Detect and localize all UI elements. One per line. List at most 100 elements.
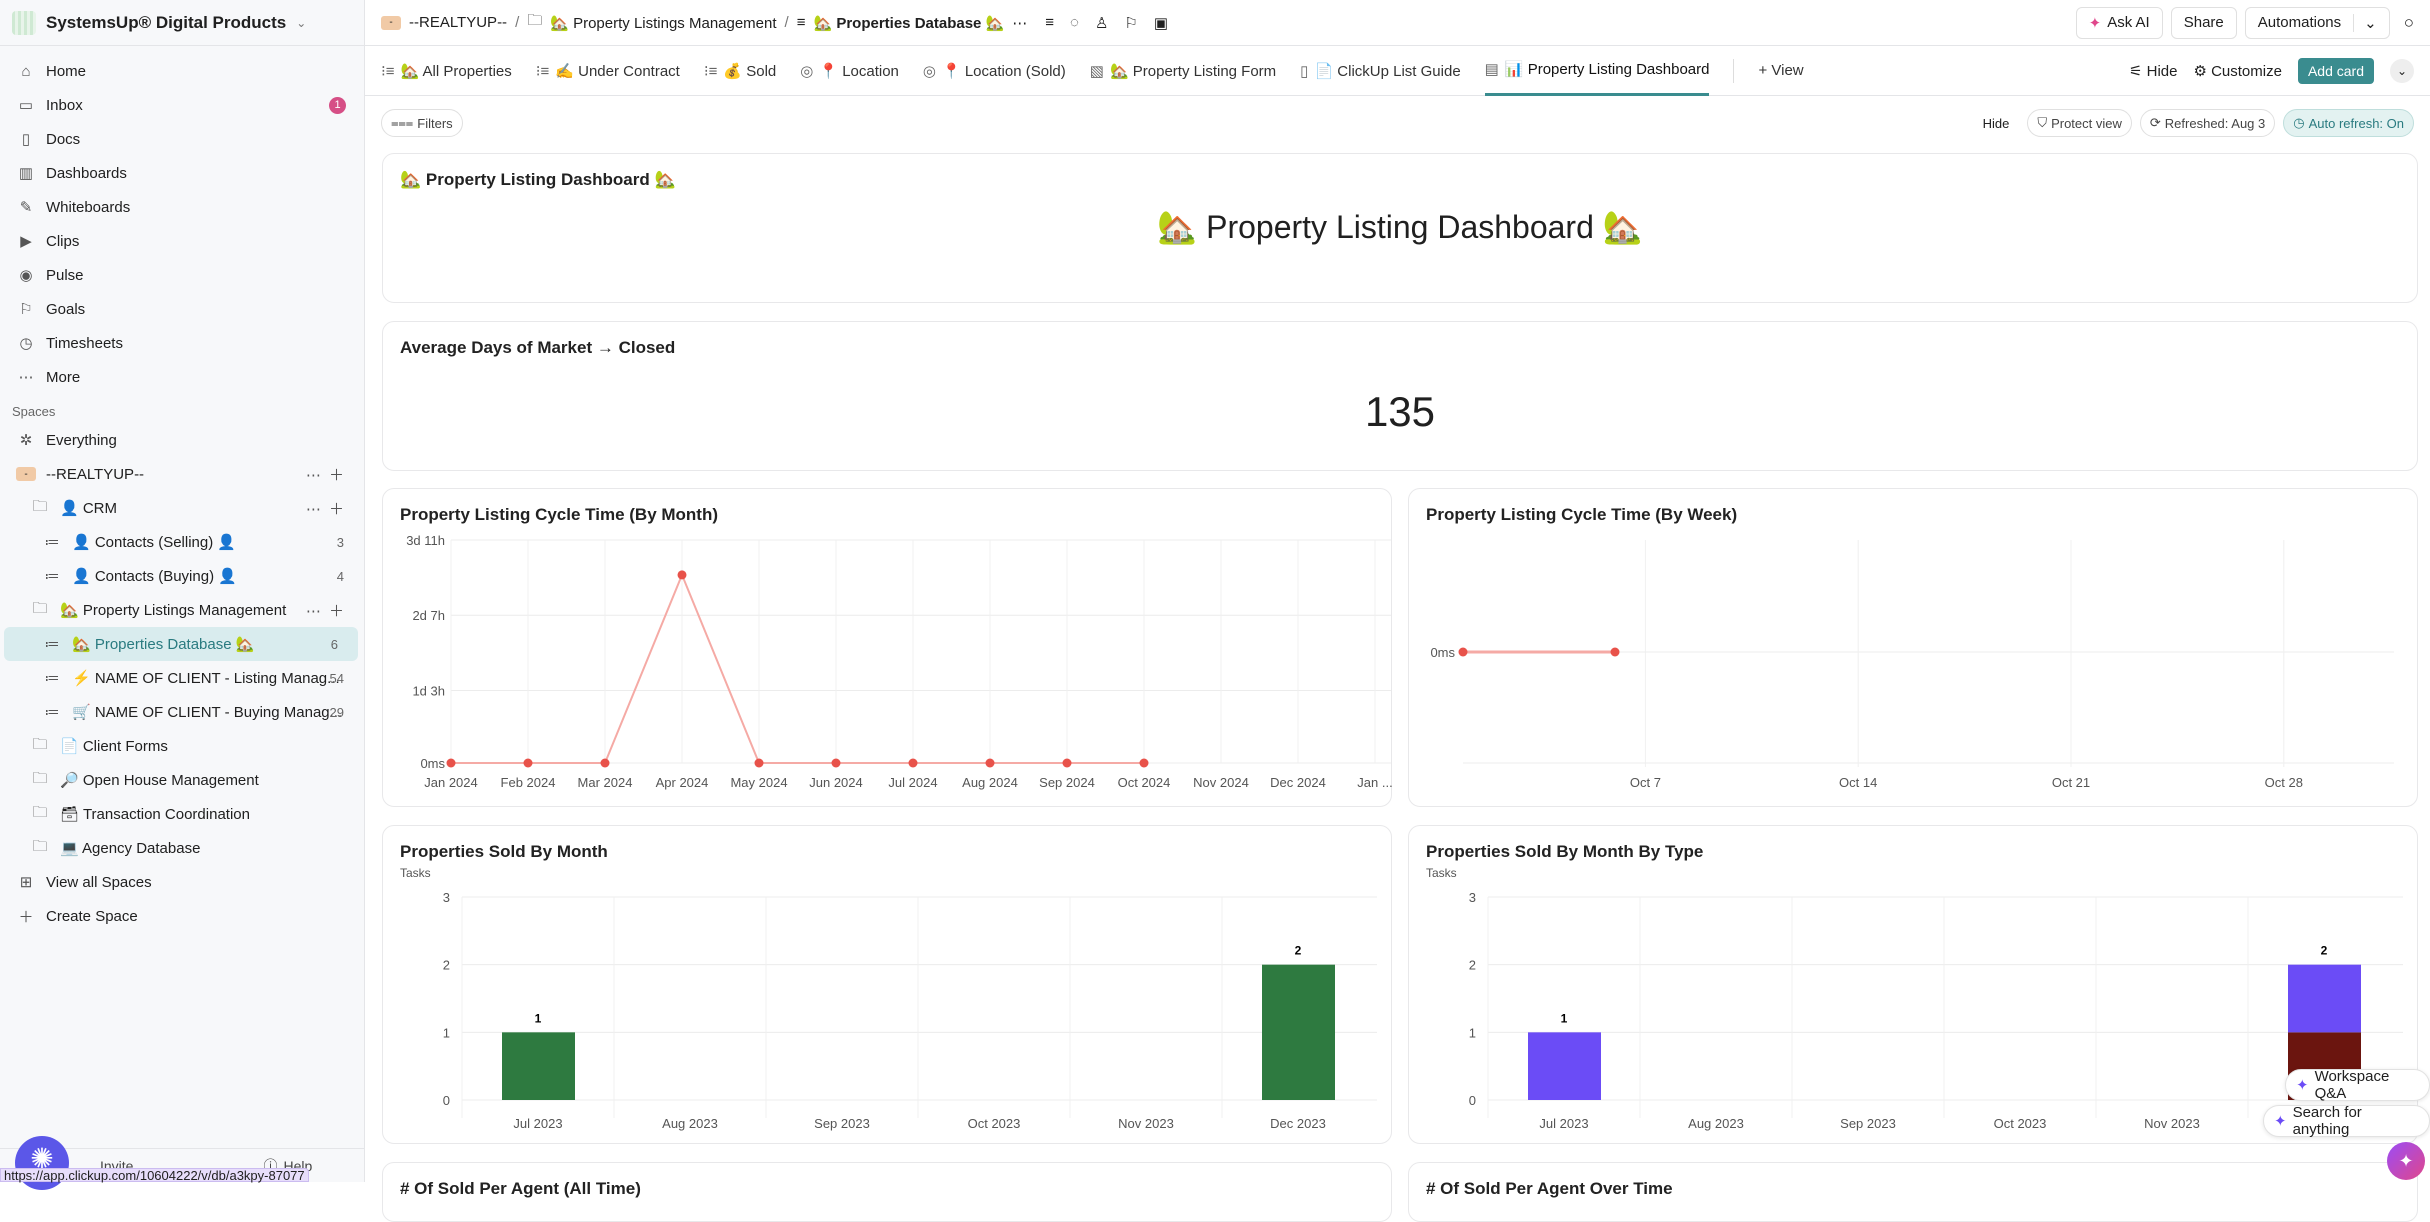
sidebar-item-dashboards[interactable]: ▥ Dashboards bbox=[0, 156, 364, 190]
refresh-button[interactable]: ⟳ Refreshed: Aug 3 bbox=[2139, 109, 2276, 137]
sidebar-item-clips[interactable]: ▶ Clips bbox=[0, 224, 364, 258]
ask-ai-button[interactable]: ✦ Ask AI bbox=[2075, 6, 2163, 39]
x-tick-label: Apr 2024 bbox=[656, 775, 709, 790]
tab-view[interactable]: ⁝≡ ✍ Under Contract bbox=[536, 46, 680, 96]
data-point bbox=[677, 570, 687, 580]
label: 👤 Contacts (Selling) 👤 bbox=[72, 534, 237, 551]
view-all-spaces[interactable]: ⊞ View all Spaces bbox=[0, 865, 364, 899]
breadcrumb-folder[interactable]: 🏡 Property Listings Management bbox=[550, 14, 776, 32]
sidebar-item-more[interactable]: ⋯ More bbox=[0, 360, 364, 394]
add-card-button[interactable]: Add card bbox=[2297, 57, 2374, 84]
data-point bbox=[446, 758, 456, 768]
x-tick-label: Feb 2024 bbox=[501, 775, 556, 790]
x-tick-label: Oct 28 bbox=[2265, 775, 2303, 790]
ai-assistant-button[interactable]: ✦ bbox=[2387, 1142, 2425, 1180]
task-count: 6 bbox=[330, 636, 338, 652]
sidebar-folder-item[interactable]: 🗀 🔎 Open House Management bbox=[0, 763, 364, 797]
view-icon: ▧ bbox=[1089, 62, 1104, 80]
workspace-logo bbox=[12, 10, 36, 35]
more-icon[interactable]: ⋯ bbox=[1012, 14, 1027, 32]
sidebar-item-goals[interactable]: ⚐ Goals bbox=[0, 292, 364, 326]
sidebar-folder-item[interactable]: 🗀 💻 Agency Database bbox=[0, 831, 364, 865]
breadcrumb-space[interactable]: --REALTYUP-- bbox=[409, 14, 507, 31]
label: 🏡 All Properties bbox=[400, 62, 512, 80]
sidebar-folder-item[interactable]: 🗀 🗃 Transaction Coordination bbox=[0, 797, 364, 831]
shield-icon: ⛉ bbox=[2037, 115, 2048, 130]
sidebar-item-timesheets[interactable]: ◷ Timesheets bbox=[0, 326, 364, 360]
chevron-down-icon[interactable]: ⌄ bbox=[2353, 13, 2377, 32]
tab-view[interactable]: ◎ 📍 Location (Sold) bbox=[923, 46, 1066, 96]
tab-list: ⁝≡ 🏡 All Properties ⁝≡ ✍ Under Contract ⁝≡ 💰 … bbox=[381, 46, 1710, 96]
folder-icon: 🗀 bbox=[32, 837, 48, 855]
x-tick-label: Jan ... bbox=[1357, 775, 1392, 790]
sidebar-item-everything[interactable]: ✲ Everything bbox=[0, 423, 364, 457]
tab-view[interactable]: ▯ 📄 ClickUp List Guide bbox=[1300, 46, 1461, 96]
sidebar-item-inbox[interactable]: ▭ Inbox 1 bbox=[0, 88, 364, 122]
folder-icon: 🗀 bbox=[527, 12, 543, 29]
share-button[interactable]: Share bbox=[2170, 6, 2237, 39]
user-icon[interactable]: ♙ bbox=[1095, 14, 1108, 32]
label: Whiteboards bbox=[46, 198, 131, 216]
sidebar-item-whiteboards[interactable]: ✎ Whiteboards bbox=[0, 190, 364, 224]
protect-view-button[interactable]: ⛉ Protect view bbox=[2027, 109, 2132, 137]
sidebar-item-home[interactable]: ⌂ Home bbox=[0, 54, 364, 88]
customize-button[interactable]: ⚙ Customize bbox=[2193, 62, 2281, 80]
bar bbox=[1528, 1032, 1601, 1100]
automations-button[interactable]: Automations ⌄ bbox=[2244, 6, 2390, 39]
sidebar-list-item[interactable]: ≔ 👤 Contacts (Buying) 👤 4 bbox=[0, 559, 364, 593]
create-space[interactable]: ＋ Create Space bbox=[0, 899, 364, 933]
label: More bbox=[46, 368, 81, 386]
tab-view[interactable]: ▧ 🏡 Property Listing Form bbox=[1090, 46, 1276, 96]
x-tick-label: Nov 2024 bbox=[1193, 775, 1249, 790]
x-tick-label: Jan 2024 bbox=[424, 775, 478, 790]
search-icon[interactable]: ○ bbox=[2404, 13, 2414, 33]
sidebar-folder-item[interactable]: 🗀 👤 CRM ⋯ ＋ bbox=[0, 491, 364, 525]
space-realtyup[interactable]: - --REALTYUP-- ⋯ ＋ bbox=[0, 457, 364, 491]
flag-icon[interactable]: ⚐ bbox=[1124, 14, 1137, 32]
color-icon[interactable]: ◌ bbox=[1070, 14, 1079, 31]
auto-refresh-toggle[interactable]: ◷ Auto refresh: On bbox=[2283, 109, 2414, 137]
folder-actions[interactable]: ⋯ ＋ bbox=[306, 498, 346, 519]
sidebar-list-item[interactable]: ≔ 👤 Contacts (Selling) 👤 3 bbox=[0, 525, 364, 559]
tab-view[interactable]: ⁝≡ 💰 Sold bbox=[704, 46, 776, 96]
sidebar-list-item[interactable]: ≔ 🛒 NAME OF CLIENT - Buying Manag... 29 bbox=[0, 695, 364, 729]
tab-view[interactable]: ▤ 📊 Property Listing Dashboard bbox=[1484, 46, 1710, 96]
tab-view[interactable]: ◎ 📍 Location bbox=[800, 46, 899, 96]
space-actions[interactable]: ⋯ ＋ bbox=[306, 464, 346, 485]
add-view-button[interactable]: + View bbox=[1758, 46, 1803, 96]
data-point bbox=[600, 758, 610, 768]
label: 🛒 NAME OF CLIENT - Buying Manag... bbox=[72, 704, 343, 721]
sidebar-list-item[interactable]: ≔ 🏡 Properties Database 🏡 6 bbox=[4, 627, 358, 661]
space-avatar: - bbox=[16, 467, 36, 481]
breadcrumb-list[interactable]: 🏡 Properties Database 🏡 bbox=[813, 14, 1004, 32]
folder-actions[interactable]: ⋯ ＋ bbox=[306, 600, 346, 621]
hide-filters-button[interactable]: Hide bbox=[1983, 116, 2010, 131]
sidebar-item-pulse[interactable]: ◉ Pulse bbox=[0, 258, 364, 292]
description-icon[interactable]: ≡ bbox=[1045, 14, 1054, 31]
tab-view[interactable]: ⁝≡ 🏡 All Properties bbox=[381, 46, 512, 96]
sidebar-folder-item[interactable]: 🗀 🏡 Property Listings Management ⋯ ＋ bbox=[0, 593, 364, 627]
workspace-qa-button[interactable]: ✦ Workspace Q&A bbox=[2285, 1068, 2430, 1102]
sidebar-folder-item[interactable]: 🗀 📄 Client Forms bbox=[0, 729, 364, 763]
x-tick-label: Oct 14 bbox=[1839, 775, 1877, 790]
chevron-down-icon[interactable]: ⌄ bbox=[2390, 58, 2414, 83]
sidebar-list-item[interactable]: ≔ ⚡ NAME OF CLIENT - Listing Manag... 54 bbox=[0, 661, 364, 695]
calendar-icon[interactable]: ▣ bbox=[1154, 14, 1168, 32]
y-tick-label: 1 bbox=[1469, 1025, 1476, 1040]
more-icon: ⋯ bbox=[18, 369, 34, 386]
label: --REALTYUP-- bbox=[46, 465, 145, 483]
y-tick-label: 1d 3h bbox=[412, 683, 445, 698]
folder-icon: 🗀 bbox=[32, 803, 48, 821]
label: 📍 Location bbox=[819, 62, 899, 80]
filters-button[interactable]: ⩶ Filters bbox=[381, 109, 463, 137]
workspace-switcher[interactable]: SystemsUp® Digital Products ⌄ bbox=[0, 0, 364, 46]
label: 🔎 Open House Management bbox=[60, 772, 259, 789]
whiteboards-icon: ✎ bbox=[19, 199, 33, 216]
sidebar-item-docs[interactable]: ▯ Docs bbox=[0, 122, 364, 156]
search-anything-button[interactable]: ✦ Search for anything bbox=[2263, 1104, 2430, 1138]
data-point bbox=[1610, 647, 1620, 657]
folder-icon: 🗀 bbox=[32, 769, 48, 787]
label: 🏡 Properties Database 🏡 bbox=[72, 636, 255, 653]
cycle-time-week-chart: 0ms Oct 7 Oct 14 Oct 21 Oct 28 bbox=[1430, 540, 2394, 790]
hide-button[interactable]: ⚟ Hide bbox=[2129, 62, 2177, 80]
